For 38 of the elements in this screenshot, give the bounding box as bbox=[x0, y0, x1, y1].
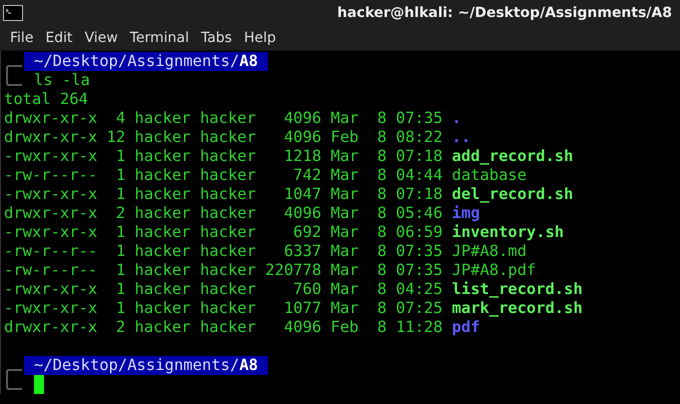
output-text: total 264 bbox=[4, 90, 89, 109]
file-name: del_record.sh bbox=[452, 185, 574, 203]
menu-item[interactable]: Tabs bbox=[194, 30, 238, 46]
menu-item[interactable]: Edit bbox=[39, 30, 79, 46]
menu-item[interactable]: Terminal bbox=[124, 30, 195, 46]
file-name: list_record.sh bbox=[452, 280, 583, 298]
file-name: .. bbox=[452, 128, 471, 146]
window-title: hacker@hlkali: ~/Desktop/Assignments/A8 bbox=[337, 5, 672, 21]
file-details: -rwxr-xr-x 1 hacker hacker 1047 Mar 8 07:18 bbox=[4, 185, 443, 203]
file-details: -rwxr-xr-x 1 hacker hacker 1077 Mar 8 07:25 bbox=[4, 299, 443, 317]
file-details: drwxr-xr-x 4 hacker hacker 4096 Mar 8 07:35 bbox=[4, 109, 443, 127]
file-details: -rwxr-xr-x 1 hacker hacker 760 Mar 8 04:25 bbox=[4, 280, 443, 298]
file-details: -rw-r--r-- 1 hacker hacker 742 Mar 8 04:44 bbox=[4, 166, 443, 184]
prompt-bracket-icon bbox=[6, 64, 22, 86]
file-name: pdf bbox=[452, 318, 480, 336]
file-details: -rwxr-xr-x 1 hacker hacker 692 Mar 8 06:59 bbox=[4, 223, 443, 241]
file-name: inventory.sh bbox=[452, 223, 564, 241]
file-details: drwxr-xr-x 12 hacker hacker 4096 Feb 8 08:22 bbox=[4, 128, 443, 146]
menu-item[interactable]: Help bbox=[238, 30, 282, 46]
file-name: JP#A8.pdf bbox=[452, 261, 536, 279]
menu-item[interactable]: File bbox=[4, 30, 40, 46]
file-details: drwxr-xr-x 2 hacker hacker 4096 Feb 8 11:28 bbox=[4, 318, 443, 336]
file-details: drwxr-xr-x 2 hacker hacker 4096 Mar 8 05:46 bbox=[4, 204, 443, 222]
file-name: mark_record.sh bbox=[452, 299, 583, 317]
file-name: database bbox=[452, 166, 527, 184]
file-details: -rw-r--r-- 1 hacker hacker 220778 Mar 8 07:35 bbox=[4, 261, 443, 279]
file-name: . bbox=[452, 109, 462, 127]
command-text: ls -la bbox=[34, 71, 90, 90]
menu-item[interactable]: View bbox=[78, 30, 124, 46]
terminal-icon bbox=[3, 5, 23, 21]
file-details: -rwxr-xr-x 1 hacker hacker 1218 Mar 8 07:18 bbox=[4, 147, 443, 165]
prompt-path: ~/Desktop/Assignments/A8 bbox=[24, 356, 268, 375]
file-details: -rw-r--r-- 1 hacker hacker 6337 Mar 8 07:35 bbox=[4, 242, 443, 260]
file-name: JP#A8.md bbox=[452, 242, 527, 260]
prompt-path: ~/Desktop/Assignments/A8 bbox=[24, 52, 268, 71]
prompt-bracket-icon bbox=[6, 368, 22, 390]
file-name: add_record.sh bbox=[452, 147, 574, 165]
file-name: img bbox=[452, 204, 480, 222]
